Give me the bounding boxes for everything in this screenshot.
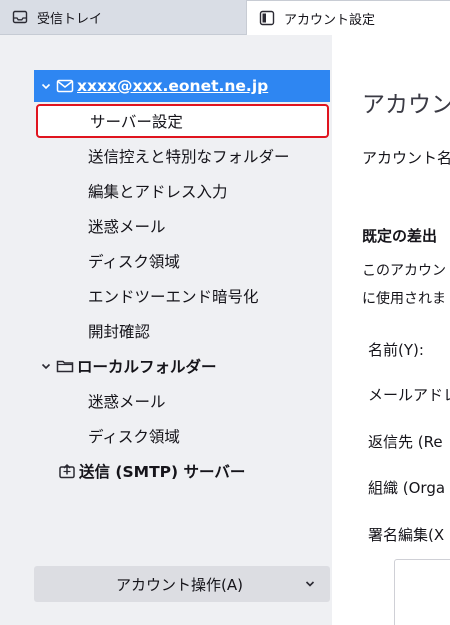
sidebar-item-e2e-encryption[interactable]: エンドツーエンド暗号化	[34, 280, 330, 312]
chevron-down-icon[interactable]	[40, 360, 52, 372]
folder-icon	[56, 358, 74, 374]
identity-description-line1: このアカウント	[362, 263, 450, 279]
organization-label: 組織 (Orga	[368, 479, 446, 497]
sidebar-item-label: サーバー設定	[90, 113, 183, 131]
sidebar-item-label: エンドツーエンド暗号化	[88, 288, 259, 306]
default-identity-heading: 既定の差出	[362, 227, 438, 245]
tab-inbox-label: 受信トレイ	[37, 11, 103, 27]
sidebar-item-disk-space[interactable]: ディスク領域	[34, 245, 330, 277]
mail-account-icon	[56, 78, 74, 94]
sidebar-item-junk[interactable]: 迷惑メール	[34, 210, 330, 242]
account-label: xxxx@xxx.eonet.ne.jp	[77, 77, 269, 95]
tab-bar: 受信トレイ アカウント設定	[0, 0, 450, 35]
signature-textarea[interactable]	[394, 559, 450, 625]
sidebar-item-label: 送信控えと特別なフォルダー	[88, 148, 290, 166]
sidebar-item-return-receipts[interactable]: 開封確認	[34, 315, 330, 347]
sidebar-item-composition[interactable]: 編集とアドレス入力	[34, 175, 330, 207]
chevron-down-icon[interactable]	[40, 80, 52, 92]
settings-page-icon	[259, 10, 275, 26]
identity-description-line2: に使用されま	[362, 291, 446, 307]
sidebar-item-local-disk-space[interactable]: ディスク領域	[34, 420, 330, 452]
tab-account-settings[interactable]: アカウント設定	[246, 0, 450, 35]
sidebar-item-local-junk[interactable]: 迷惑メール	[34, 385, 330, 417]
smtp-server-row[interactable]: 送信 (SMTP) サーバー	[34, 455, 330, 487]
name-label: 名前(Y):	[368, 341, 424, 359]
reply-to-label: 返信先 (Re	[368, 433, 443, 451]
tab-inbox[interactable]: 受信トレイ	[0, 0, 246, 35]
account-row[interactable]: xxxx@xxx.eonet.ne.jp	[34, 70, 330, 102]
tab-account-settings-label: アカウント設定	[284, 12, 376, 28]
sidebar-item-label: 迷惑メール	[88, 218, 166, 236]
email-label: メールアドレス	[368, 386, 450, 404]
sidebar-item-server-settings[interactable]: サーバー設定	[36, 104, 329, 138]
outgoing-server-icon	[58, 463, 76, 479]
chevron-down-icon	[304, 578, 316, 590]
inbox-icon	[12, 9, 28, 25]
local-folders-row[interactable]: ローカルフォルダー	[34, 350, 330, 382]
sidebar-item-copies-folders[interactable]: 送信控えと特別なフォルダー	[34, 140, 330, 172]
account-settings-panel: アカウント アカウント名( 既定の差出 このアカウント に使用されま 名前(Y)…	[332, 35, 450, 625]
local-folders-label: ローカルフォルダー	[77, 358, 217, 376]
sidebar-item-label: 編集とアドレス入力	[88, 183, 228, 201]
account-name-label: アカウント名(	[362, 149, 450, 167]
sidebar-item-label: 開封確認	[88, 323, 151, 341]
signature-label: 署名編集(X	[368, 526, 445, 544]
smtp-server-label: 送信 (SMTP) サーバー	[79, 463, 246, 481]
sidebar-item-label: ディスク領域	[88, 253, 180, 271]
account-actions-button[interactable]: アカウント操作(A)	[34, 566, 330, 602]
account-actions-label: アカウント操作(A)	[116, 575, 243, 594]
sidebar-item-label: 迷惑メール	[88, 393, 166, 411]
page-title: アカウント	[362, 92, 450, 118]
sidebar-item-label: ディスク領域	[88, 428, 180, 446]
